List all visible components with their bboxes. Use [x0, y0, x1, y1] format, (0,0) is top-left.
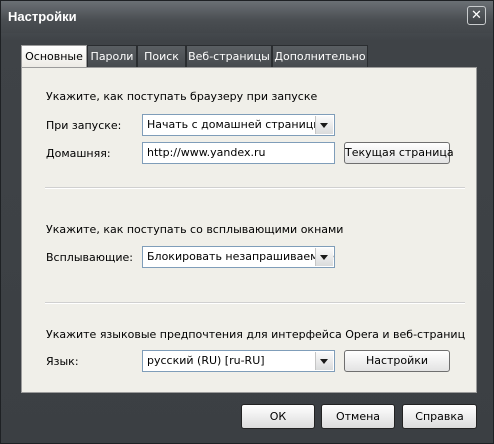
popups-select[interactable]: Блокировать незапрашиваемые	[142, 246, 335, 268]
tab-general[interactable]: Основные	[21, 45, 87, 68]
on-start-value: Начать с домашней страницы	[147, 118, 322, 131]
popups-label: Всплывающие:	[46, 251, 133, 264]
settings-dialog: Настройки ✕ Основные Пароли Поиск Веб-ст…	[0, 0, 494, 444]
language-select[interactable]: русский (RU) [ru-RU]	[142, 350, 335, 372]
on-start-select[interactable]: Начать с домашней страницы	[142, 114, 335, 136]
section-divider	[45, 302, 465, 304]
window-title: Настройки	[8, 9, 77, 24]
language-heading: Укажите языковые предпочтения для интерф…	[46, 328, 466, 341]
home-page-label: Домашняя:	[46, 147, 111, 160]
popups-value: Блокировать незапрашиваемые	[147, 250, 334, 263]
chevron-down-icon[interactable]	[315, 116, 333, 134]
close-button[interactable]: ✕	[467, 6, 486, 25]
on-start-label: При запуске:	[46, 119, 122, 132]
general-panel: Укажите, как поступать браузеру при запу…	[21, 67, 477, 393]
startup-heading: Укажите, как поступать браузеру при запу…	[46, 90, 318, 103]
chevron-down-icon[interactable]	[315, 248, 333, 266]
home-page-input[interactable]: http://www.yandex.ru	[142, 142, 335, 164]
title-bar: Настройки ✕	[1, 1, 493, 33]
close-icon: ✕	[471, 8, 482, 23]
section-divider	[45, 187, 465, 189]
popups-heading: Укажите, как поступать со всплывающими о…	[46, 223, 344, 236]
tab-advanced[interactable]: Дополнительно	[272, 45, 368, 67]
tab-search[interactable]: Поиск	[137, 45, 186, 67]
ok-button[interactable]: ОК	[241, 404, 315, 429]
language-settings-button[interactable]: Настройки	[344, 350, 450, 372]
help-button[interactable]: Справка	[402, 404, 477, 429]
tab-web-pages[interactable]: Веб-страницы	[186, 45, 272, 67]
chevron-down-icon[interactable]	[315, 352, 333, 370]
tab-passwords[interactable]: Пароли	[87, 45, 137, 67]
use-current-page-button[interactable]: Текущая страница	[344, 142, 454, 164]
cancel-button[interactable]: Отмена	[321, 404, 395, 429]
language-label: Язык:	[46, 355, 79, 368]
language-value: русский (RU) [ru-RU]	[147, 354, 265, 367]
